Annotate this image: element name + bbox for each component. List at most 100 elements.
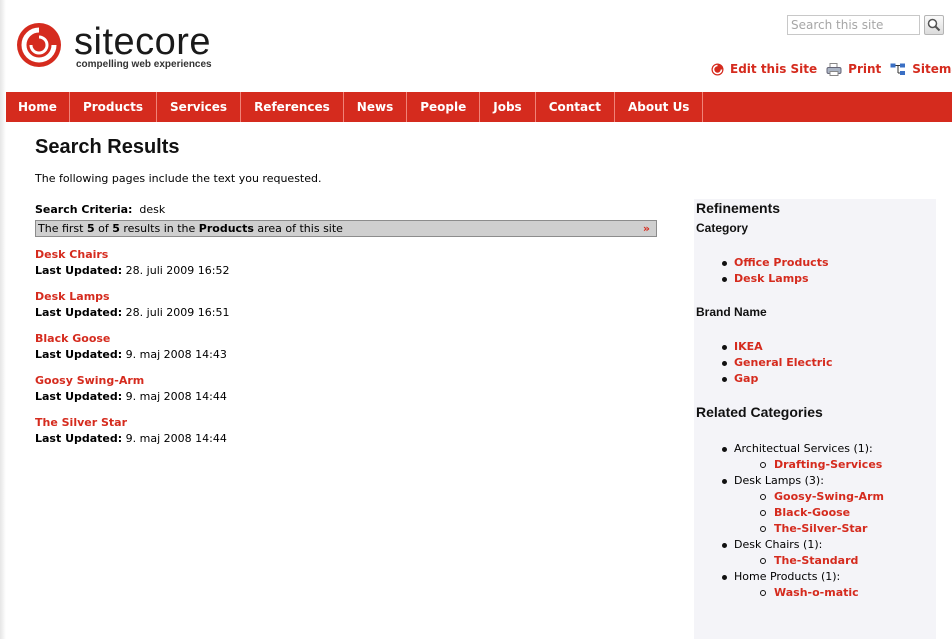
related-category-name: Desk Chairs (1): bbox=[734, 538, 823, 551]
search-result: The Silver Star Last Updated: 9. maj 200… bbox=[35, 415, 227, 447]
print-label: Print bbox=[848, 62, 882, 76]
site-tools: Edit this Site Print Sitemap bbox=[711, 62, 952, 76]
last-updated-label: Last Updated: bbox=[35, 264, 123, 277]
category-label: Category bbox=[696, 221, 749, 235]
summary-post: area of this site bbox=[253, 222, 343, 235]
category-link[interactable]: Office Products bbox=[734, 256, 829, 269]
main-nav: Home Products Services References News P… bbox=[6, 92, 952, 122]
list-item: IKEA bbox=[720, 339, 832, 355]
list-item: The-Silver-Star bbox=[734, 521, 884, 537]
list-item: General Electric bbox=[720, 355, 832, 371]
last-updated-value: 28. juli 2009 16:52 bbox=[125, 264, 230, 277]
related-categories-list: Architectual Services (1): Drafting-Serv… bbox=[720, 441, 884, 601]
search-input[interactable] bbox=[787, 15, 920, 35]
last-updated-value: 28. juli 2009 16:51 bbox=[125, 306, 230, 319]
print-icon bbox=[826, 62, 842, 76]
search-result: Desk Lamps Last Updated: 28. juli 2009 1… bbox=[35, 289, 230, 321]
brand-link[interactable]: IKEA bbox=[734, 340, 763, 353]
result-title-link[interactable]: Goosy Swing-Arm bbox=[35, 373, 227, 389]
refinements-sidebar: Refinements Category Office Products Des… bbox=[694, 199, 936, 639]
sitecore-logo[interactable]: sitecore compelling web experiences bbox=[16, 22, 212, 70]
nav-references[interactable]: References bbox=[241, 92, 344, 122]
page-title: Search Results bbox=[35, 136, 180, 158]
related-link[interactable]: The-Silver-Star bbox=[774, 522, 867, 535]
list-item: Black-Goose bbox=[734, 505, 884, 521]
sitemap-label: Sitemap bbox=[912, 62, 952, 76]
sitemap-link[interactable]: Sitemap bbox=[890, 62, 952, 76]
nav-people[interactable]: People bbox=[407, 92, 481, 122]
logo-tagline: compelling web experiences bbox=[76, 59, 212, 70]
result-title-link[interactable]: Black Goose bbox=[35, 331, 227, 347]
brand-link[interactable]: Gap bbox=[734, 372, 758, 385]
edit-icon bbox=[711, 63, 724, 75]
search-result: Black Goose Last Updated: 9. maj 2008 14… bbox=[35, 331, 227, 363]
site-search bbox=[787, 15, 944, 35]
nav-home[interactable]: Home bbox=[6, 92, 70, 122]
related-link[interactable]: The-Standard bbox=[774, 554, 858, 567]
criteria-value: desk bbox=[139, 203, 166, 216]
related-category-name: Home Products (1): bbox=[734, 570, 841, 583]
summary-pre: The first bbox=[38, 222, 87, 235]
related-link[interactable]: Black-Goose bbox=[774, 506, 850, 519]
edit-site-label: Edit this Site bbox=[730, 62, 818, 76]
list-item: Office Products bbox=[720, 255, 829, 271]
last-updated-label: Last Updated: bbox=[35, 432, 123, 445]
last-updated-value: 9. maj 2008 14:44 bbox=[125, 390, 227, 403]
print-link[interactable]: Print bbox=[826, 62, 881, 76]
search-criteria: Search Criteria: desk bbox=[35, 203, 165, 216]
search-icon bbox=[927, 18, 941, 32]
list-item: Gap bbox=[720, 371, 832, 387]
last-updated-label: Last Updated: bbox=[35, 306, 123, 319]
result-title-link[interactable]: Desk Chairs bbox=[35, 247, 230, 263]
list-item: Architectual Services (1): Drafting-Serv… bbox=[720, 441, 884, 473]
list-item: Wash-o-matic bbox=[734, 585, 884, 601]
edit-site-link[interactable]: Edit this Site bbox=[711, 62, 817, 76]
list-item: Desk Lamps (3): Goosy-Swing-Arm Black-Go… bbox=[720, 473, 884, 537]
sitecore-logo-icon bbox=[17, 23, 61, 67]
summary-total: 5 bbox=[112, 222, 120, 235]
summary-of: of bbox=[94, 222, 113, 235]
list-item: Desk Chairs (1): The-Standard bbox=[720, 537, 884, 569]
intro-text: The following pages include the text you… bbox=[35, 172, 322, 185]
nav-contact[interactable]: Contact bbox=[536, 92, 615, 122]
search-button[interactable] bbox=[924, 15, 944, 35]
summary-mid: results in the bbox=[119, 222, 199, 235]
list-item: Desk Lamps bbox=[720, 271, 829, 287]
nav-news[interactable]: News bbox=[344, 92, 408, 122]
category-list: Office Products Desk Lamps bbox=[720, 255, 829, 287]
list-item: Drafting-Services bbox=[734, 457, 884, 473]
search-result: Goosy Swing-Arm Last Updated: 9. maj 200… bbox=[35, 373, 227, 405]
nav-products[interactable]: Products bbox=[70, 92, 158, 122]
brand-link[interactable]: General Electric bbox=[734, 356, 832, 369]
last-updated-value: 9. maj 2008 14:44 bbox=[125, 432, 227, 445]
related-link[interactable]: Goosy-Swing-Arm bbox=[774, 490, 884, 503]
result-title-link[interactable]: Desk Lamps bbox=[35, 289, 230, 305]
related-category-name: Desk Lamps (3): bbox=[734, 474, 824, 487]
nav-about-us[interactable]: About Us bbox=[615, 92, 704, 122]
summary-area: Products bbox=[198, 222, 254, 235]
last-updated-label: Last Updated: bbox=[35, 390, 123, 403]
sitemap-icon bbox=[890, 63, 906, 75]
search-result: Desk Chairs Last Updated: 28. juli 2009 … bbox=[35, 247, 230, 279]
summary-shown: 5 bbox=[86, 222, 95, 235]
refinements-title: Refinements bbox=[696, 200, 781, 216]
brand-list: IKEA General Electric Gap bbox=[720, 339, 832, 387]
more-results-link[interactable]: » bbox=[643, 221, 650, 236]
logo-wordmark: sitecore bbox=[74, 21, 212, 63]
related-category-name: Architectual Services (1): bbox=[734, 442, 873, 455]
list-item: Goosy-Swing-Arm bbox=[734, 489, 884, 505]
last-updated-label: Last Updated: bbox=[35, 348, 123, 361]
related-link[interactable]: Drafting-Services bbox=[774, 458, 882, 471]
list-item: Home Products (1): Wash-o-matic bbox=[720, 569, 884, 601]
nav-services[interactable]: Services bbox=[157, 92, 242, 122]
nav-jobs[interactable]: Jobs bbox=[480, 92, 536, 122]
last-updated-value: 9. maj 2008 14:43 bbox=[125, 348, 227, 361]
results-summary-bar: The first 5 of 5 results in the Products… bbox=[35, 220, 657, 237]
related-link[interactable]: Wash-o-matic bbox=[774, 586, 859, 599]
related-categories-title: Related Categories bbox=[696, 404, 823, 420]
result-title-link[interactable]: The Silver Star bbox=[35, 415, 227, 431]
brand-name-label: Brand Name bbox=[696, 305, 767, 319]
category-link[interactable]: Desk Lamps bbox=[734, 272, 809, 285]
criteria-label: Search Criteria: bbox=[35, 203, 133, 216]
list-item: The-Standard bbox=[734, 553, 884, 569]
